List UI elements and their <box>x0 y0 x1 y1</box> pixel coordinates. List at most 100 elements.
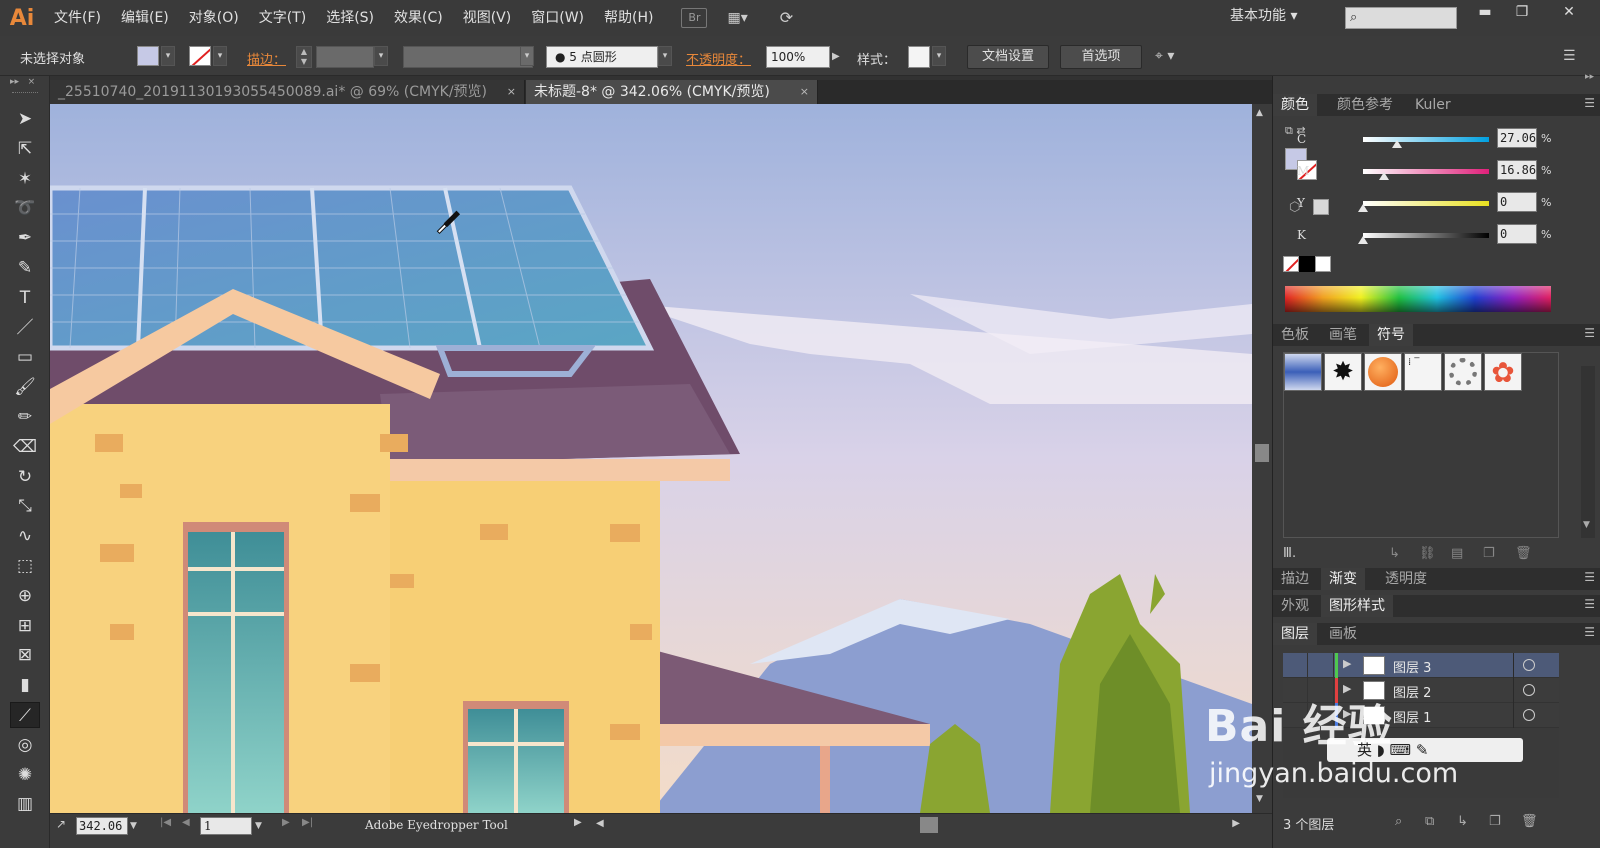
rectangle-tool-icon[interactable]: ▭ <box>10 344 40 370</box>
tab-artboards[interactable]: 画板 <box>1321 623 1365 645</box>
type-tool-icon[interactable]: T <box>10 285 40 311</box>
tab-symbols[interactable]: 符号 <box>1369 324 1413 346</box>
menu-select[interactable]: 选择(S) <box>316 0 384 36</box>
layer-name[interactable]: 图层 2 <box>1393 682 1431 701</box>
artboard-number-field[interactable]: 1 <box>200 817 252 835</box>
layer-row[interactable]: ▶ 图层 1 <box>1283 703 1559 728</box>
horizontal-scrollbar[interactable]: ◀ ▶ <box>592 817 1244 833</box>
slider-track-c[interactable] <box>1363 137 1489 142</box>
stroke-weight-dropdown[interactable]: ▾ <box>374 46 388 66</box>
scale-tool-icon[interactable]: ⤡ <box>10 493 40 519</box>
black-swatch[interactable] <box>1299 256 1315 272</box>
expand-layer-icon[interactable]: ▶ <box>1343 707 1351 720</box>
last-artboard-icon[interactable]: ▶| <box>302 817 313 835</box>
new-sublayer-icon[interactable]: ↳ <box>1457 814 1468 829</box>
menu-window[interactable]: 窗口(W) <box>521 0 594 36</box>
line-tool-icon[interactable]: ／ <box>10 315 40 341</box>
rotate-tool-icon[interactable]: ↻ <box>10 464 40 490</box>
tab-document-1[interactable]: _25510740_20191130193055450089.ai* @ 69%… <box>50 80 525 104</box>
symbol-blue-banner-icon[interactable] <box>1284 353 1322 391</box>
scroll-up-icon[interactable]: ▲ <box>1256 108 1263 118</box>
vertical-scrollbar[interactable]: ▲ ▼ <box>1252 104 1272 813</box>
tab-swatches[interactable]: 色板 <box>1273 324 1317 346</box>
stroke-label[interactable]: 描边： <box>247 49 286 71</box>
restore-button[interactable]: ❐ <box>1505 0 1539 26</box>
tab-layers[interactable]: 图层 <box>1273 623 1317 645</box>
none-swatch[interactable] <box>1283 256 1299 272</box>
delete-symbol-icon[interactable]: 🗑 <box>1515 546 1532 561</box>
zoom-dropdown-arrow[interactable]: ▼ <box>130 817 144 835</box>
dock-collapse-icon[interactable]: ▸▸ <box>1585 72 1594 82</box>
symbol-sprayer-tool-icon[interactable]: ✺ <box>10 762 40 788</box>
minimize-button[interactable]: ▬ <box>1468 0 1502 26</box>
pen-tool-icon[interactable]: ✒ <box>10 225 40 251</box>
slider-track-k[interactable] <box>1363 233 1489 238</box>
workspace-switcher[interactable]: 基本功能 ▾ <box>1230 0 1297 36</box>
menu-help[interactable]: 帮助(H) <box>594 0 663 36</box>
mesh-tool-icon[interactable]: ⊠ <box>10 642 40 668</box>
stroke-dropdown-arrow[interactable]: ▾ <box>213 46 227 66</box>
symbol-ring-icon[interactable] <box>1444 353 1482 391</box>
document-setup-button[interactable]: 文档设置 <box>967 45 1049 69</box>
scroll-left-icon[interactable]: ◀ <box>596 818 604 829</box>
artboard-dropdown-arrow[interactable]: ▼ <box>255 817 267 835</box>
direct-selection-tool-icon[interactable]: ⇱ <box>10 136 40 162</box>
tab-color[interactable]: 颜色 <box>1273 94 1317 116</box>
slider-handle-m[interactable] <box>1379 172 1390 180</box>
close-tab-icon[interactable]: × <box>507 80 516 104</box>
layer-row[interactable]: ▶ 图层 3 <box>1283 653 1559 678</box>
delete-layer-icon[interactable]: 🗑 <box>1521 814 1538 829</box>
tab-kuler[interactable]: Kuler <box>1407 94 1459 116</box>
make-clipping-mask-icon[interactable]: ⧉ <box>1425 814 1434 829</box>
slider-value-y[interactable]: 0 <box>1497 192 1537 212</box>
symbol-flower-icon[interactable]: ✿ <box>1484 353 1522 391</box>
slider-handle-c[interactable] <box>1392 140 1403 148</box>
control-bar-menu-icon[interactable]: ☰ <box>1563 48 1576 70</box>
symbol-orange-button-icon[interactable] <box>1364 353 1402 391</box>
style-dropdown-arrow[interactable]: ▾ <box>932 46 946 66</box>
artboard-canvas[interactable] <box>50 104 1252 813</box>
slider-value-k[interactable]: 0 <box>1497 224 1537 244</box>
locate-object-icon[interactable]: ⌕ <box>1395 814 1402 829</box>
magic-wand-tool-icon[interactable]: ✶ <box>10 166 40 192</box>
eraser-tool-icon[interactable]: ⌫ <box>10 434 40 460</box>
layer-row[interactable]: ▶ 图层 2 <box>1283 678 1559 703</box>
symbol-text-frame-icon[interactable]: ⁞ ‾ <box>1404 353 1442 391</box>
tab-brushes[interactable]: 画笔 <box>1321 324 1365 346</box>
blend-tool-icon[interactable]: ◎ <box>10 732 40 758</box>
search-input[interactable]: ⌕ <box>1345 7 1457 29</box>
graphic-style-swatch[interactable] <box>908 46 930 68</box>
next-artboard-icon[interactable]: ▶ <box>282 817 290 835</box>
slider-track-y[interactable] <box>1363 201 1489 206</box>
panel-menu-icon[interactable]: ☰ <box>1584 625 1595 639</box>
status-menu-arrow[interactable]: ▶ <box>574 817 582 835</box>
slider-handle-k[interactable] <box>1358 236 1368 244</box>
white-swatch[interactable] <box>1315 256 1331 272</box>
layer-lock-toggle[interactable] <box>1309 703 1334 728</box>
slider-value-c[interactable]: 27.06 <box>1497 128 1537 148</box>
fill-color-swatch[interactable] <box>137 46 159 66</box>
tab-graphic-styles[interactable]: 图形样式 <box>1321 595 1393 617</box>
curvature-pen-tool-icon[interactable]: ✎ <box>10 255 40 281</box>
warp-tool-icon[interactable]: ∿ <box>10 523 40 549</box>
profile-dropdown-arrow[interactable]: ▾ <box>520 46 534 66</box>
panel-menu-icon[interactable]: ☰ <box>1584 570 1595 584</box>
layer-lock-toggle[interactable] <box>1309 678 1334 703</box>
graph-tool-icon[interactable]: ⊞ <box>10 613 40 639</box>
break-link-icon[interactable]: ⛓ <box>1419 546 1436 561</box>
free-transform-tool-icon[interactable]: ⬚ <box>10 553 40 579</box>
close-button[interactable]: ✕ <box>1552 0 1586 26</box>
close-tab-icon[interactable]: × <box>800 80 809 104</box>
expand-layer-icon[interactable]: ▶ <box>1343 657 1351 670</box>
pencil-tool-icon[interactable]: ✏ <box>10 404 40 430</box>
opacity-expand-arrow[interactable]: ▶ <box>832 46 846 68</box>
transform-icon[interactable]: ⌖ ▾ <box>1155 48 1174 70</box>
sync-settings-icon[interactable]: ⟳ <box>771 7 801 29</box>
brush-definition-dropdown[interactable]: ● 5 点圆形 <box>546 46 658 68</box>
variable-width-profile-dropdown[interactable] <box>403 46 533 68</box>
shape-builder-tool-icon[interactable]: ⊕ <box>10 583 40 609</box>
opacity-label[interactable]: 不透明度： <box>686 49 751 71</box>
web-safe-swatch[interactable] <box>1313 199 1329 215</box>
tab-color-guide[interactable]: 颜色参考 <box>1329 94 1401 116</box>
scroll-right-icon[interactable]: ▶ <box>1232 818 1240 829</box>
